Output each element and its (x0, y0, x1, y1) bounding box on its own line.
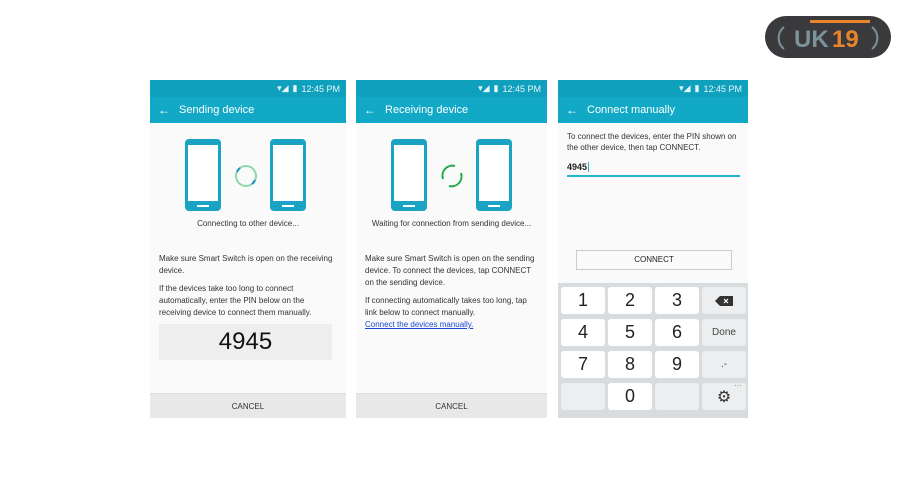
instruction-text: If the devices take too long to connect … (159, 284, 312, 317)
back-arrow-icon[interactable]: ← (566, 103, 578, 117)
cancel-button[interactable]: CANCEL (150, 393, 346, 418)
back-arrow-icon[interactable]: ← (158, 103, 170, 117)
screen-sending-device: ▾◢ ▮ 12:45 PM ← Sending device Connecting t… (150, 80, 346, 418)
instruction-text: Make sure Smart Switch is open on the se… (365, 254, 535, 287)
phone-icon (391, 139, 427, 211)
back-arrow-icon[interactable]: ← (364, 103, 376, 117)
phone-icon (270, 139, 306, 211)
page-title: Sending device (179, 104, 255, 116)
pin-display: 4945 (159, 324, 332, 360)
svg-text:19: 19 (832, 26, 859, 53)
wifi-icon: ▾◢ (277, 83, 289, 93)
key-label: 4 (577, 322, 588, 342)
wifi-icon: ▾◢ (679, 83, 691, 93)
key-punctuation[interactable]: .- (702, 351, 746, 378)
instruction-text: If connecting automatically takes too lo… (365, 296, 527, 317)
key-4[interactable]: 4 (561, 319, 605, 346)
key-7[interactable]: 7 (561, 351, 605, 378)
loading-spinner-icon (441, 164, 463, 188)
connecting-status: Connecting to other device... (197, 219, 299, 228)
logo: UK 19 (764, 15, 892, 59)
wifi-icon: ▾◢ (478, 83, 490, 93)
instruction-text: To connect the devices, enter the PIN sh… (567, 132, 737, 152)
key-label: .- (720, 359, 728, 370)
connect-manually-link[interactable]: Connect the devices manually. (365, 320, 473, 329)
battery-icon: ▮ (694, 83, 700, 93)
blank-key[interactable] (655, 383, 699, 410)
key-label: 0 (624, 386, 635, 406)
blank-key[interactable] (561, 383, 605, 410)
key-6[interactable]: 6 (655, 319, 699, 346)
key-8[interactable]: 8 (608, 351, 652, 378)
key-label: 8 (624, 354, 635, 374)
battery-icon: ▮ (493, 83, 499, 93)
key-label: 2 (624, 290, 635, 310)
key-9[interactable]: 9 (655, 351, 699, 378)
status-bar: ▾◢ ▮ 12:45 PM (356, 80, 547, 97)
connect-button[interactable]: CONNECT (576, 250, 732, 270)
status-bar: ▾◢ ▮ 12:45 PM (150, 80, 346, 97)
key-1[interactable]: 1 (561, 287, 605, 314)
key-0[interactable]: 0 (608, 383, 652, 410)
phone-icon (476, 139, 512, 211)
status-time: 12:45 PM (502, 83, 541, 94)
key-label: Done (712, 327, 736, 338)
key-label: 1 (577, 290, 588, 310)
battery-icon: ▮ (292, 83, 298, 93)
key-done[interactable]: Done (702, 319, 746, 346)
status-time: 12:45 PM (703, 83, 742, 94)
backspace-icon (715, 295, 733, 306)
status-bar: ▾◢ ▮ 12:45 PM (558, 80, 748, 97)
key-label: 9 (671, 354, 682, 374)
instruction-text: Make sure Smart Switch is open on the re… (159, 254, 333, 275)
cancel-button[interactable]: CANCEL (356, 393, 547, 418)
phone-icon (185, 139, 221, 211)
screen-receiving-device: ▾◢ ▮ 12:45 PM ← Receiving device Waiting fo… (356, 80, 547, 418)
screen-connect-manually: ▾◢ ▮ 12:45 PM ← Connect manually To connect… (558, 80, 748, 418)
pin-input[interactable]: 4945 (567, 160, 740, 177)
gear-icon: ⚙ (716, 388, 732, 406)
key-label: 3 (671, 290, 682, 310)
page-title: Connect manually (587, 104, 676, 116)
backspace-key[interactable] (702, 287, 746, 314)
key-label: 6 (671, 322, 682, 342)
waiting-status: Waiting for connection from sending devi… (371, 219, 532, 228)
key-label: 7 (577, 354, 588, 374)
loading-spinner-icon (235, 165, 257, 187)
status-time: 12:45 PM (301, 83, 340, 94)
numeric-keypad: 1 2 3 4 5 6 Done 7 8 9 .- 0 ⚙ ··· (558, 283, 748, 418)
key-3[interactable]: 3 (655, 287, 699, 314)
settings-key[interactable]: ⚙ ··· (702, 381, 746, 410)
page-title: Receiving device (385, 104, 469, 116)
key-2[interactable]: 2 (608, 287, 652, 314)
svg-text:UK: UK (794, 26, 829, 53)
key-5[interactable]: 5 (608, 319, 652, 346)
key-label: 5 (624, 322, 635, 342)
